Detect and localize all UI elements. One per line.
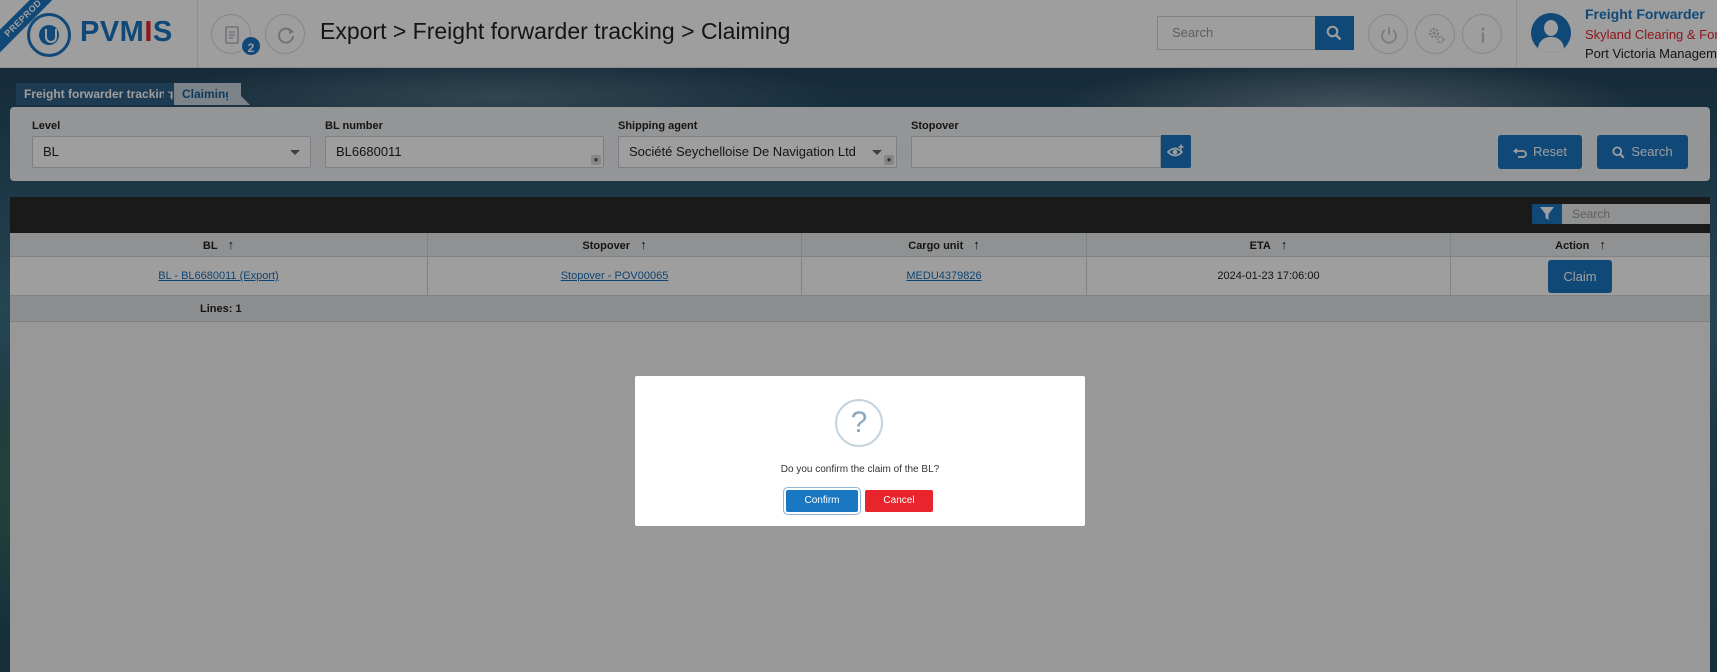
cancel-button[interactable]: Cancel	[865, 490, 933, 512]
confirm-dialog: ? Do you confirm the claim of the BL? Co…	[635, 376, 1085, 526]
modal-backdrop[interactable]	[0, 0, 1717, 672]
dialog-message: Do you confirm the claim of the BL?	[780, 464, 940, 475]
question-icon: ?	[835, 399, 883, 447]
confirm-button[interactable]: Confirm	[786, 490, 858, 512]
